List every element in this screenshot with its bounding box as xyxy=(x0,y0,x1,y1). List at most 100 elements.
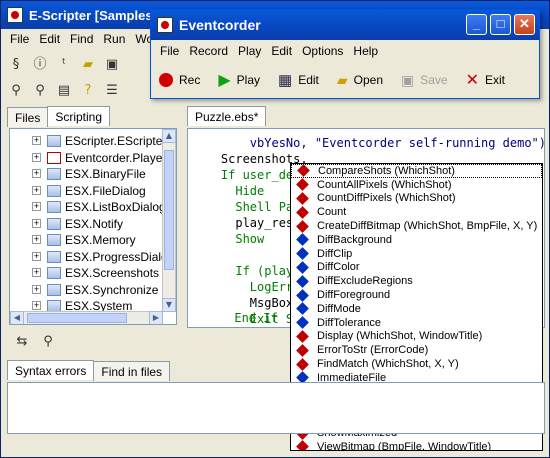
class-icon xyxy=(47,283,61,296)
autocomplete-label: ErrorToStr (ErrorCode) xyxy=(317,344,429,357)
eventcorder-title: Eventcorder xyxy=(179,17,261,33)
code-line: vbYesNo, "Eventcorder self-running demo"… xyxy=(192,136,545,150)
maximize-icon[interactable]: □ xyxy=(490,14,511,35)
expand-icon[interactable]: + xyxy=(32,285,41,294)
insert-icon[interactable]: ⇆ xyxy=(13,333,31,351)
autocomplete-label: DiffClip xyxy=(317,247,353,260)
binoculars-icon[interactable]: ⚲ xyxy=(7,82,25,100)
menu-file[interactable]: File xyxy=(5,32,34,46)
edit-button[interactable]: ▦ Edit xyxy=(278,71,319,89)
tab-scripting[interactable]: Scripting xyxy=(47,106,111,126)
autocomplete-item[interactable]: CountAllPixels (WhichShot) xyxy=(291,178,542,192)
eventcorder-toolbar: Rec ▶ Play ▦ Edit ▰ Open ▣ Save ✕ Exit xyxy=(151,64,539,96)
scroll-down-icon[interactable]: ▼ xyxy=(162,298,176,312)
tree-item[interactable]: + ESX.ProgressDialog xyxy=(32,249,174,264)
autocomplete-item[interactable]: CreateDiffBitmap (WhichShot, BmpFile, X,… xyxy=(291,219,542,233)
autocomplete-item[interactable]: Display (WhichShot, WindowTitle) xyxy=(291,330,542,344)
expand-icon[interactable]: + xyxy=(32,202,41,211)
open-folder-icon[interactable]: ▰ xyxy=(79,56,97,74)
document-icon[interactable]: ▤ xyxy=(55,82,73,100)
tree-item[interactable]: + ESX.BinaryFile xyxy=(32,166,146,181)
scroll-left-icon[interactable]: ◀ xyxy=(10,311,24,324)
autocomplete-label: DiffForeground xyxy=(317,289,391,302)
tree-item[interactable]: + ESX.Screenshots xyxy=(32,265,159,280)
class-icon xyxy=(47,184,61,197)
find-binoculars-icon[interactable]: ⚲ xyxy=(39,333,57,351)
tab-puzzle[interactable]: Puzzle.ebs* xyxy=(187,106,267,126)
property-icon xyxy=(296,316,309,330)
save-button[interactable]: ▣ Save xyxy=(401,72,448,89)
autocomplete-item[interactable]: DiffClip xyxy=(291,247,542,261)
close-icon[interactable]: ✕ xyxy=(514,14,535,35)
text-icon[interactable]: ᵗ xyxy=(55,56,73,74)
list-icon[interactable]: ☰ xyxy=(103,82,121,100)
help-icon[interactable]: ? xyxy=(79,82,97,100)
autocomplete-item[interactable]: CompareShots (WhichShot) xyxy=(291,164,542,178)
expand-icon[interactable]: + xyxy=(32,268,41,277)
info-icon[interactable]: ⓘ xyxy=(31,56,49,74)
main-window-title: E-Scripter [Samples] xyxy=(29,7,157,23)
expand-icon[interactable]: + xyxy=(32,301,41,310)
ec-menu-edit[interactable]: Edit xyxy=(266,44,297,58)
tree-item[interactable]: + ESX.Notify xyxy=(32,216,123,231)
menu-run[interactable]: Run xyxy=(98,32,130,46)
main-toolbar-row2: ⚲ ⚲ ▤ ? ☰ xyxy=(1,79,161,103)
minimize-icon[interactable]: _ xyxy=(466,14,487,35)
rec-button[interactable]: Rec xyxy=(159,73,200,87)
scroll-right-icon[interactable]: ▶ xyxy=(149,311,163,324)
expand-icon[interactable]: + xyxy=(32,186,41,195)
eventcorder-titlebar[interactable]: Eventcorder _ □ ✕ xyxy=(151,10,539,40)
autocomplete-item[interactable]: DiffForeground xyxy=(291,288,542,302)
expand-icon[interactable]: + xyxy=(32,169,41,178)
eventcorder-window: Eventcorder _ □ ✕ File Record Play Edit … xyxy=(150,9,540,99)
autocomplete-item[interactable]: DiffMode xyxy=(291,302,542,316)
find-next-icon[interactable]: ⚲ xyxy=(31,82,49,100)
autocomplete-item[interactable]: Count xyxy=(291,205,542,219)
code-line: End If xyxy=(191,311,278,325)
ec-menu-play[interactable]: Play xyxy=(233,44,266,58)
expand-icon[interactable]: + xyxy=(32,136,41,145)
tree-hscrollbar[interactable]: ◀ ▶ xyxy=(10,311,163,324)
tree-item[interactable]: + ESX.Synchronize xyxy=(32,282,158,297)
output-panel xyxy=(7,382,545,434)
open-button[interactable]: ▰ Open xyxy=(337,72,383,89)
ec-menu-file[interactable]: File xyxy=(155,44,184,58)
tree-vscrollbar[interactable]: ▲ ▼ xyxy=(162,129,176,312)
play-button[interactable]: ▶ Play xyxy=(218,70,260,90)
expand-icon[interactable]: + xyxy=(32,153,41,162)
autocomplete-item[interactable]: DiffBackground xyxy=(291,233,542,247)
tab-find-in-files[interactable]: Find in files xyxy=(93,361,171,381)
tree-item[interactable]: + EScripter.EScripter xyxy=(32,133,166,148)
exit-button[interactable]: ✕ Exit xyxy=(466,70,505,90)
object-tree: + EScripter.EScripter + Eventcorder.Player… xyxy=(9,128,177,325)
expand-icon[interactable]: + xyxy=(32,252,41,261)
property-icon xyxy=(296,302,309,316)
tree-item[interactable]: + Eventcorder.Player xyxy=(32,150,166,165)
autocomplete-item[interactable]: DiffExcludeRegions xyxy=(291,274,542,288)
property-icon xyxy=(296,261,309,274)
save-disk-icon[interactable]: ▣ xyxy=(103,56,121,74)
script-icon[interactable]: § xyxy=(7,56,25,74)
tab-files[interactable]: Files xyxy=(7,107,49,127)
autocomplete-item[interactable]: CountDiffPixels (WhichShot) xyxy=(291,192,542,206)
tab-syntax-errors[interactable]: Syntax errors xyxy=(7,360,95,380)
class-icon xyxy=(47,233,61,246)
menu-find[interactable]: Find xyxy=(65,32,98,46)
class-icon xyxy=(47,266,61,279)
tree-item[interactable]: + ESX.Memory xyxy=(32,232,136,247)
tree-item[interactable]: + ESX.FileDialog xyxy=(32,183,146,198)
ec-menu-help[interactable]: Help xyxy=(348,44,383,58)
bottom-panel: Syntax errors Find in files xyxy=(7,360,545,453)
autocomplete-item[interactable]: DiffTolerance xyxy=(291,316,542,330)
scroll-up-icon[interactable]: ▲ xyxy=(162,129,176,143)
ec-menu-record[interactable]: Record xyxy=(184,44,233,58)
expand-icon[interactable]: + xyxy=(32,235,41,244)
expand-icon[interactable]: + xyxy=(32,219,41,228)
tree-hscroll-thumb[interactable] xyxy=(27,313,127,323)
tree-item[interactable]: + ESX.ListBoxDialog xyxy=(32,199,166,214)
menu-edit[interactable]: Edit xyxy=(34,32,65,46)
autocomplete-item[interactable]: ErrorToStr (ErrorCode) xyxy=(291,343,542,357)
ec-menu-options[interactable]: Options xyxy=(297,44,348,58)
autocomplete-item[interactable]: DiffColor xyxy=(291,261,542,275)
tree-vscroll-thumb[interactable] xyxy=(164,150,174,270)
